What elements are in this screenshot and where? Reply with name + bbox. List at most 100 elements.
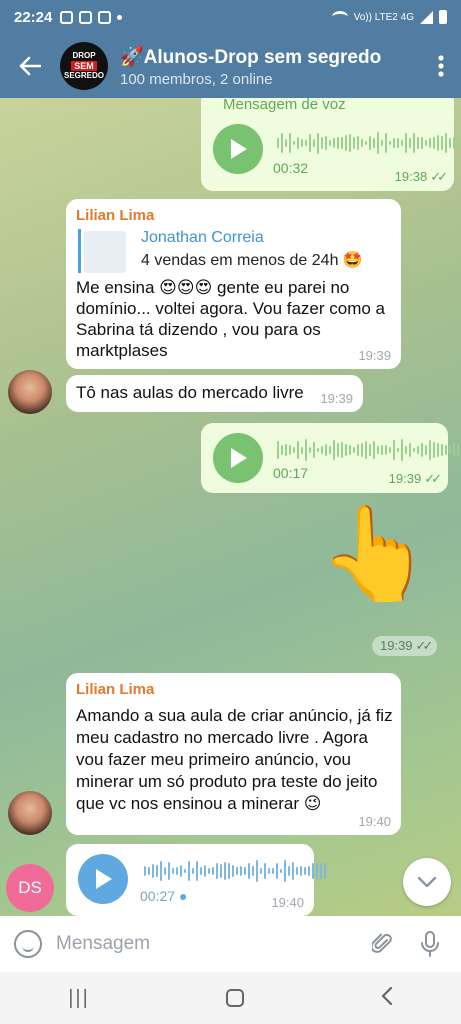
chat-title-block[interactable]: 🚀Alunos-Drop sem segredo 100 membros, 2 …: [120, 45, 421, 88]
waveform-bar: [248, 862, 250, 880]
scroll-down-button[interactable]: [403, 858, 451, 906]
waveform-bar: [421, 136, 423, 150]
message-time: 19:40: [271, 895, 304, 910]
chat-title: 🚀Alunos-Drop sem segredo: [120, 46, 382, 68]
waveform-bar: [293, 140, 295, 146]
waveform-bar: [385, 444, 387, 456]
waveform-bar: [433, 136, 435, 150]
waveform-bar: [333, 138, 335, 148]
waveform-bar: [325, 443, 327, 457]
waveform-bar: [240, 865, 242, 877]
message-time: 19:39: [320, 391, 353, 406]
waveform-bar: [268, 867, 270, 875]
message-text: Me ensina 😍😍😍 gente eu parei no domínio.…: [76, 278, 386, 360]
microphone-icon[interactable]: [413, 927, 447, 961]
waveform-bar: [188, 860, 190, 882]
more-vert-icon[interactable]: [421, 34, 461, 98]
waveform-bar: [405, 133, 407, 153]
waveform-bar: [389, 447, 391, 453]
waveform-bar: [304, 866, 306, 876]
waveform-bar: [437, 135, 439, 151]
waveform-bar: [200, 866, 202, 876]
waveform-bar: [285, 138, 287, 148]
waveform-bar: [260, 867, 262, 875]
waveform-bar: [256, 860, 258, 882]
waveform-bar: [317, 447, 319, 453]
avatar-text-sem: SEM: [71, 61, 97, 71]
waveform-bar: [316, 862, 318, 880]
home-icon[interactable]: [226, 989, 245, 1007]
waveform-bar: [401, 439, 403, 461]
voice-waveform[interactable]: [277, 130, 459, 156]
waveform-bar: [148, 867, 150, 875]
waveform-bar: [429, 137, 431, 149]
avatar-ds[interactable]: DS: [6, 864, 54, 912]
system-icons: Vo)) LTE2 4G: [331, 10, 447, 24]
voice-waveform[interactable]: [144, 858, 326, 884]
waveform-bar: [337, 137, 339, 149]
waveform-bar: [341, 441, 343, 459]
notification-icons: [60, 10, 123, 24]
message-time: 19:38 ✓✓: [394, 169, 448, 184]
back-arrow-icon[interactable]: [0, 34, 60, 98]
waveform-bar: [164, 866, 166, 876]
message-input[interactable]: [56, 933, 351, 955]
waveform-bar: [272, 867, 274, 875]
waveform-bar: [281, 445, 283, 455]
waveform-bar: [441, 135, 443, 151]
waveform-bar: [305, 439, 307, 461]
waveform-bar: [409, 137, 411, 149]
waveform-bar: [172, 867, 174, 875]
waveform-bar: [296, 866, 298, 876]
waveform-bar: [409, 442, 411, 458]
waveform-bar: [345, 443, 347, 457]
waveform-bar: [361, 443, 363, 457]
voice-waveform[interactable]: [277, 437, 459, 463]
waveform-bar: [353, 447, 355, 453]
pointing-up-sticker[interactable]: 👆: [318, 508, 433, 600]
waveform-bar: [365, 140, 367, 146]
waveform-bar: [208, 867, 210, 875]
waveform-bar: [168, 862, 170, 880]
waveform-bar: [413, 133, 415, 153]
waveform-bar: [284, 860, 286, 882]
waveform-bar: [397, 447, 399, 453]
waveform-bar: [160, 860, 162, 882]
avatar-lilian[interactable]: [8, 370, 52, 414]
play-button[interactable]: [213, 124, 263, 174]
waveform-bar: [289, 132, 291, 154]
waveform-bar: [377, 132, 379, 154]
reply-snippet: 4 vendas em menos de 24h 🤩: [141, 252, 363, 269]
waveform-bar: [277, 440, 279, 460]
paperclip-icon[interactable]: [365, 927, 399, 961]
emoji-icon[interactable]: [14, 930, 42, 958]
waveform-bar: [313, 139, 315, 147]
waveform-bar: [453, 443, 455, 457]
waveform-bar: [405, 446, 407, 454]
waveform-bar: [329, 139, 331, 147]
sender-name[interactable]: Lilian Lima: [76, 681, 154, 698]
group-avatar[interactable]: DROP SEM SEGREDO: [60, 42, 108, 90]
waveform-bar: [264, 863, 266, 879]
play-button[interactable]: [78, 854, 128, 904]
waveform-bar: [421, 442, 423, 458]
avatar-lilian[interactable]: [8, 791, 52, 835]
waveform-bar: [449, 138, 451, 148]
recent-apps-icon[interactable]: |||: [68, 987, 90, 1010]
more-notifications-icon: [117, 14, 123, 20]
waveform-bar: [417, 445, 419, 455]
play-button[interactable]: [213, 433, 263, 483]
instagram-icon: [60, 10, 74, 24]
waveform-bar: [445, 445, 447, 455]
message-list[interactable]: Mensagem de voz 00:32 19:38 ✓✓ Lilian Lim…: [0, 98, 461, 916]
reply-quote[interactable]: Jonathan Correia 4 vendas em menos de 24…: [78, 229, 363, 273]
sender-name[interactable]: Lilian Lima: [76, 207, 154, 224]
signal-icon: [420, 10, 433, 24]
waveform-bar: [317, 132, 319, 154]
waveform-bar: [373, 138, 375, 148]
message-time: 19:39: [358, 348, 391, 363]
back-nav-icon[interactable]: [381, 985, 393, 1011]
waveform-bar: [313, 441, 315, 459]
waveform-bar: [393, 440, 395, 460]
waveform-bar: [220, 864, 222, 878]
